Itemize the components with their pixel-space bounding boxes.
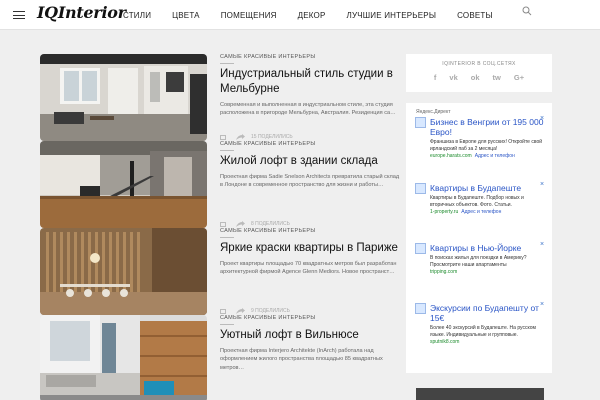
- facebook-icon[interactable]: f: [434, 73, 437, 82]
- article-excerpt: Современная и выполненная в индустриальн…: [220, 101, 396, 117]
- share-icon[interactable]: [236, 308, 245, 314]
- twitter-icon[interactable]: tw: [493, 73, 501, 82]
- ad-url[interactable]: europe.harats.com Адрес и телефон: [430, 153, 548, 159]
- bookmark-icon[interactable]: [220, 221, 226, 227]
- ad-url[interactable]: sputnik8.com: [430, 339, 548, 345]
- ad-url[interactable]: tripping.com: [430, 269, 548, 275]
- article-card: САМЫЕ КРАСИВЫЕ ИНТЕРЬЕРЫ Яркие краски кв…: [40, 228, 400, 315]
- article-actions: 8 ПОДЕЛИЛИСЬ: [220, 220, 400, 228]
- social-widget: IQINTERIOR В СОЦ.СЕТЯХ f vk ok tw G+: [406, 54, 552, 92]
- odnoklassniki-icon[interactable]: ok: [471, 73, 480, 82]
- article-actions: 15 ПОДЕЛИЛИСЬ: [220, 133, 400, 141]
- ads-label[interactable]: Яндекс.Директ: [416, 109, 450, 115]
- vk-icon[interactable]: vk: [449, 73, 457, 82]
- article-category[interactable]: САМЫЕ КРАСИВЫЕ ИНТЕРЬЕРЫ: [220, 54, 400, 61]
- menu-icon[interactable]: [13, 11, 25, 19]
- category-divider: [220, 62, 234, 64]
- article-card: САМЫЕ КРАСИВЫЕ ИНТЕРЬЕРЫ Индустриальный …: [40, 54, 400, 141]
- ad-text: Более 40 экскурсий в Будапеште. На русск…: [430, 325, 536, 338]
- category-divider: [220, 236, 234, 238]
- article-card: САМЫЕ КРАСИВЫЕ ИНТЕРЬЕРЫ Уютный лофт в В…: [40, 315, 400, 400]
- bookmark-icon[interactable]: [220, 308, 226, 314]
- ad-text: Франшиза в Европе для русских! Откройте …: [430, 139, 543, 152]
- bookmark-icon[interactable]: [220, 134, 226, 140]
- article-image[interactable]: [40, 228, 207, 315]
- ad-contacts-link[interactable]: Адрес и телефон: [475, 153, 515, 159]
- google-plus-icon[interactable]: G+: [514, 73, 524, 82]
- article-excerpt: Проект квартиры площадью 70 квадратных м…: [220, 260, 397, 276]
- nav-item-colors[interactable]: ЦВЕТА: [172, 11, 200, 20]
- share-icon[interactable]: [236, 221, 245, 227]
- ad-thumbnail-icon[interactable]: [415, 117, 426, 128]
- main-nav: СТИЛИ ЦВЕТА ПОМЕЩЕНИЯ ДЕКОР ЛУЧШИЕ ИНТЕР…: [123, 0, 514, 30]
- ad-text: Квартиры в Будапеште. Подбор новых и вто…: [430, 195, 524, 208]
- ad-headline[interactable]: Экскурсии по Будапешту от 15€: [430, 303, 548, 323]
- article-image[interactable]: [40, 141, 207, 228]
- share-count: 8 ПОДЕЛИЛИСЬ: [251, 221, 290, 227]
- ad-item: Экскурсии по Будапешту от 15€ Более 40 э…: [430, 303, 548, 345]
- ad-item: Квартиры в Будапеште Квартиры в Будапешт…: [430, 183, 548, 215]
- share-count: 15 ПОДЕЛИЛИСЬ: [251, 134, 293, 140]
- ad-headline[interactable]: Бизнес в Венгрии от 195 000 Евро!: [430, 117, 548, 137]
- ad-headline[interactable]: Квартиры в Будапеште: [430, 183, 548, 193]
- site-header: IQInterior СТИЛИ ЦВЕТА ПОМЕЩЕНИЯ ДЕКОР Л…: [0, 0, 600, 30]
- site-logo[interactable]: IQInterior: [37, 3, 126, 22]
- social-title: IQINTERIOR В СОЦ.СЕТЯХ: [442, 61, 516, 67]
- share-icon[interactable]: [236, 134, 245, 140]
- ad-headline[interactable]: Квартиры в Нью-Йорке: [430, 243, 548, 253]
- nav-item-styles[interactable]: СТИЛИ: [123, 11, 151, 20]
- ad-text: В поисках жилья для поездки в Америку? П…: [430, 255, 527, 268]
- article-category[interactable]: САМЫЕ КРАСИВЫЕ ИНТЕРЬЕРЫ: [220, 141, 400, 148]
- ad-banner-strip[interactable]: [416, 388, 544, 400]
- article-actions: 9 ПОДЕЛИЛИСЬ: [220, 307, 400, 315]
- article-image[interactable]: [40, 54, 207, 141]
- category-divider: [220, 149, 234, 151]
- article-title[interactable]: Яркие краски квартиры в Париже: [220, 241, 400, 256]
- nav-item-tips[interactable]: СОВЕТЫ: [457, 11, 493, 20]
- ad-item: Бизнес в Венгрии от 195 000 Евро! Франши…: [430, 117, 548, 159]
- ad-item: Квартиры в Нью-Йорке В поисках жилья для…: [430, 243, 548, 275]
- article-category[interactable]: САМЫЕ КРАСИВЫЕ ИНТЕРЬЕРЫ: [220, 315, 400, 322]
- article-title[interactable]: Индустриальный стиль студии в Мельбурне: [220, 67, 400, 97]
- ad-url[interactable]: 1-property.ru Адрес и телефон: [430, 209, 548, 215]
- category-divider: [220, 323, 234, 325]
- nav-item-rooms[interactable]: ПОМЕЩЕНИЯ: [221, 11, 277, 20]
- article-title[interactable]: Жилой лофт в здании склада: [220, 154, 400, 169]
- nav-item-best-interiors[interactable]: ЛУЧШИЕ ИНТЕРЬЕРЫ: [347, 11, 437, 20]
- article-image[interactable]: [40, 315, 207, 400]
- search-icon[interactable]: [522, 6, 532, 16]
- share-count: 9 ПОДЕЛИЛИСЬ: [251, 308, 290, 314]
- ad-thumbnail-icon[interactable]: [415, 183, 426, 194]
- nav-item-decor[interactable]: ДЕКОР: [298, 11, 326, 20]
- ad-contacts-link[interactable]: Адрес и телефон: [461, 209, 501, 215]
- ad-thumbnail-icon[interactable]: [415, 303, 426, 314]
- article-category[interactable]: САМЫЕ КРАСИВЫЕ ИНТЕРЬЕРЫ: [220, 228, 400, 235]
- ads-block: Яндекс.Директ × Бизнес в Венгрии от 195 …: [406, 103, 552, 373]
- article-excerpt: Проектная фирма Sadie Snelson Architects…: [220, 173, 400, 189]
- social-icons: f vk ok tw G+: [406, 73, 552, 82]
- article-card: САМЫЕ КРАСИВЫЕ ИНТЕРЬЕРЫ Жилой лофт в зд…: [40, 141, 400, 228]
- article-excerpt: Проектная фирма Interjero Architekte (In…: [220, 347, 383, 371]
- ad-thumbnail-icon[interactable]: [415, 243, 426, 254]
- article-title[interactable]: Уютный лофт в Вильнюсе: [220, 328, 400, 343]
